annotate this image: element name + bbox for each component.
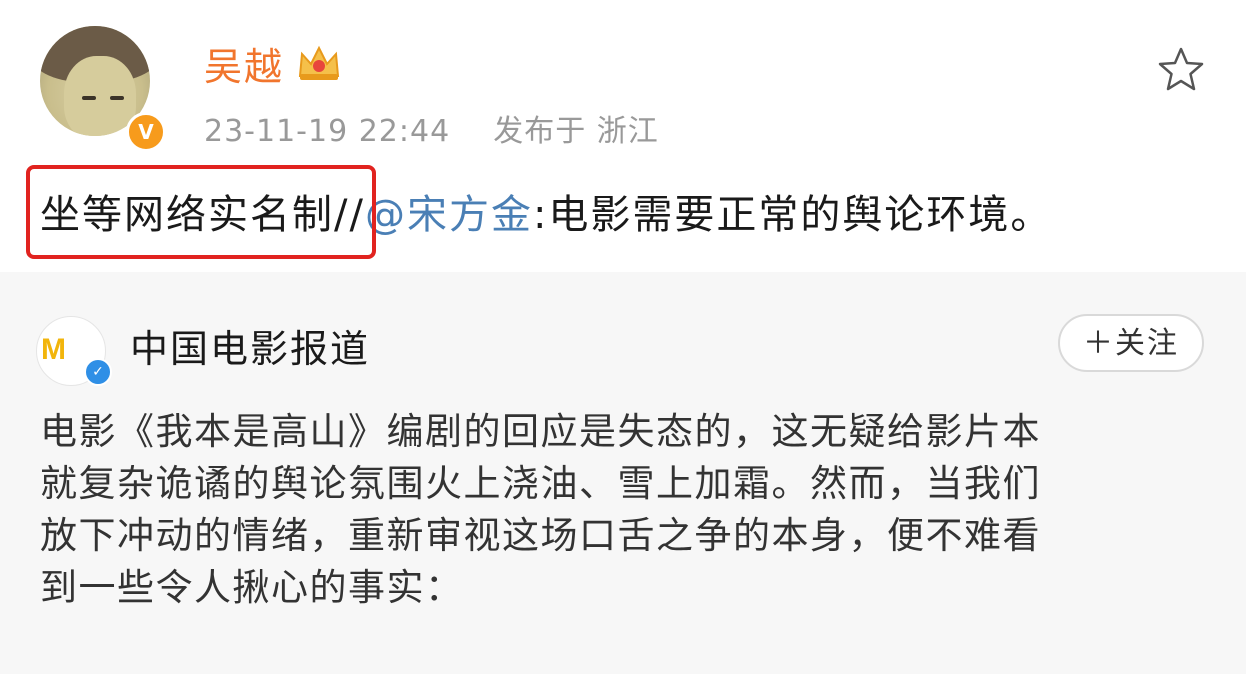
blue-verified-icon: ✓ bbox=[84, 358, 112, 386]
repost-line: 到一些令人揪心的事实： bbox=[40, 566, 464, 609]
repost-line: 电影《我本是高山》编剧的回应是失态的，这无疑给影片本 bbox=[40, 410, 1041, 453]
post-timestamp: 23-11-19 22:44 bbox=[204, 114, 451, 149]
weibo-post: V 吴越 23-11-19 22:44 发布于 浙江 坐等网络实名制//@宋方金… bbox=[0, 0, 1246, 272]
repost-line: 就复杂诡谲的舆论氛围火上浇油、雪上加霜。然而，当我们 bbox=[40, 462, 1041, 505]
reposted-card[interactable]: M ✓ 中国电影报道 ＋关注 电影《我本是高山》编剧的回应是失态的，这无疑给影片… bbox=[0, 272, 1246, 674]
author-name[interactable]: 吴越 bbox=[204, 36, 284, 91]
mention-link[interactable]: @宋方金 bbox=[365, 192, 533, 238]
repost-line: 放下冲动的情绪，重新审视这场口舌之争的本身，便不难看 bbox=[40, 514, 1041, 557]
red-highlight-box bbox=[26, 165, 376, 259]
repost-body: 电影《我本是高山》编剧的回应是失态的，这无疑给影片本 就复杂诡谲的舆论氛围火上浇… bbox=[40, 406, 1210, 614]
repost-author-name[interactable]: 中国电影报道 bbox=[130, 318, 370, 373]
star-outline-icon[interactable] bbox=[1156, 44, 1206, 94]
post-location: 发布于 浙江 bbox=[493, 114, 659, 149]
crown-badge-icon bbox=[298, 45, 340, 80]
orange-verified-icon: V bbox=[126, 112, 166, 152]
follow-button[interactable]: ＋关注 bbox=[1058, 314, 1204, 372]
avatar-face bbox=[64, 56, 136, 136]
avatar-eye bbox=[82, 96, 96, 100]
post-meta: 23-11-19 22:44 发布于 浙江 bbox=[204, 106, 659, 150]
avatar-eye bbox=[110, 96, 124, 100]
post-text-quote: :电影需要正常的舆论环境。 bbox=[532, 192, 1053, 238]
